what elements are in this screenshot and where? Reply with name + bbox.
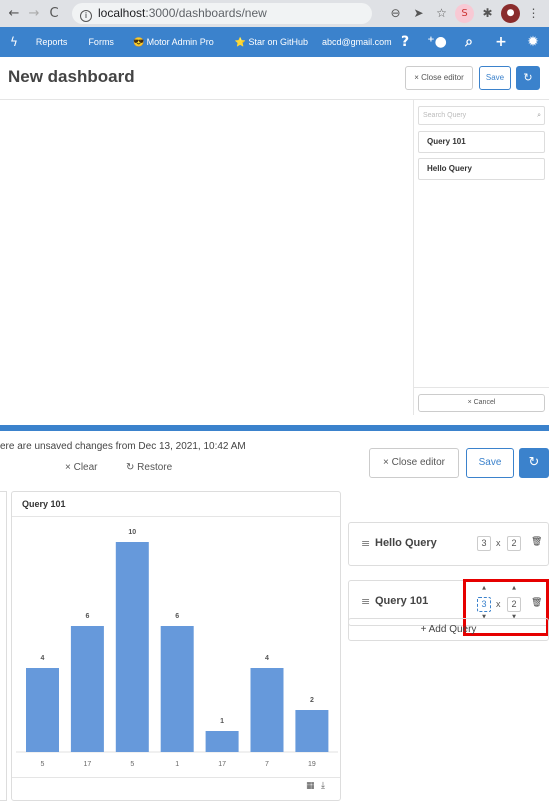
back-icon[interactable]: ←: [4, 6, 24, 21]
close-editor-button[interactable]: × Close editor: [405, 66, 473, 90]
logo-bolt-icon[interactable]: ϟ: [10, 35, 18, 49]
bar-value-label: 6: [85, 613, 89, 620]
nav-star-label: Star on GitHub: [248, 36, 308, 47]
screenshot-divider: [0, 425, 549, 431]
nav-forms[interactable]: Forms: [88, 37, 114, 47]
card-query-name: Query 101: [375, 595, 429, 607]
close-editor-button-large[interactable]: × Close editor: [369, 448, 459, 478]
clear-link[interactable]: × Clear: [65, 462, 98, 473]
size-separator: x: [496, 538, 501, 548]
drag-handle-icon[interactable]: ≡: [361, 537, 370, 550]
refresh-button[interactable]: ↻: [516, 66, 540, 90]
x-tick-label: 17: [218, 761, 226, 768]
zoom-icon[interactable]: ⊖: [386, 4, 405, 23]
x-tick-label: 17: [84, 761, 92, 768]
x-tick-label: 19: [308, 761, 316, 768]
width-input[interactable]: 3: [477, 536, 491, 551]
refresh-button-large[interactable]: ↻: [519, 448, 549, 478]
page-title: New dashboard: [8, 67, 135, 86]
chart-bar[interactable]: [160, 626, 194, 752]
add-query-button[interactable]: + Add Query: [348, 618, 549, 641]
restore-label: Restore: [137, 462, 173, 473]
chart-bar[interactable]: [250, 668, 284, 752]
chart-bar[interactable]: [26, 668, 59, 752]
send-icon[interactable]: ➤: [409, 4, 428, 23]
sunglasses-icon: 😎: [132, 36, 145, 47]
search-icon: ⌕: [537, 111, 541, 119]
bar-value-label: 6: [175, 613, 179, 620]
query-list-item[interactable]: Hello Query: [418, 158, 545, 180]
browser-toolbar: ← → C i localhost:3000/dashboards/new ⊖ ➤…: [0, 0, 549, 27]
query-list-item[interactable]: Query 101: [418, 131, 545, 153]
extension-icon[interactable]: S: [455, 4, 474, 23]
bookmark-star-icon[interactable]: ☆: [432, 4, 451, 23]
sidebar-footer-divider: [413, 387, 549, 388]
search-placeholder: Search Query: [423, 112, 467, 119]
profile-avatar[interactable]: ●: [501, 4, 520, 23]
nav-reports[interactable]: Reports: [36, 37, 68, 47]
chart-footer-divider: [12, 777, 340, 778]
help-icon[interactable]: ?: [389, 34, 421, 50]
bar-value-label: 4: [41, 655, 45, 662]
nav-pro-label: Motor Admin Pro: [146, 36, 214, 47]
nav-user-email[interactable]: abcd@gmail.com: [322, 37, 392, 47]
delete-icon[interactable]: 🗑: [531, 537, 542, 547]
chart-bar[interactable]: [115, 542, 149, 752]
url-path: :3000/dashboards/new: [145, 6, 267, 20]
card-query-name: Hello Query: [375, 537, 437, 549]
bar-chart: 4 5 6 17 10 5 6 1 1 17 4 7 2 19: [16, 529, 338, 768]
save-button[interactable]: Save: [479, 66, 511, 90]
chart-bar[interactable]: [205, 731, 239, 752]
download-icon[interactable]: ⤓: [321, 781, 325, 791]
chart-card: Query 101 4 5 6 17 10 5 6 1 1 17 4 7 2 19 ▦ ⤓: [11, 491, 341, 801]
chart-bar[interactable]: [295, 710, 329, 752]
dashboard-item-card[interactable]: ≡ Hello Query 3 x 2 🗑: [348, 522, 549, 566]
x-tick-label: 7: [265, 761, 269, 768]
bar-value-label: 2: [310, 697, 314, 704]
height-input[interactable]: 2: [507, 536, 521, 551]
browser-menu-icon[interactable]: ⋮: [524, 4, 543, 23]
search-icon[interactable]: ⌕: [453, 34, 485, 50]
star-icon: ⭐: [234, 36, 246, 47]
restore-icon: ↻: [126, 462, 135, 473]
refresh-icon: ↻: [528, 455, 540, 470]
site-info-icon[interactable]: i: [80, 10, 92, 22]
unsaved-changes-notice: ere are unsaved changes from Dec 13, 202…: [0, 441, 246, 452]
reload-icon[interactable]: C: [44, 6, 64, 21]
bar-value-label: 4: [265, 655, 269, 662]
settings-gear-icon[interactable]: ✹: [517, 34, 549, 50]
url-host: localhost: [98, 6, 146, 20]
save-button-large[interactable]: Save: [466, 448, 514, 478]
search-query-input[interactable]: Search Query ⌕: [418, 106, 545, 125]
chart-title: Query 101: [22, 499, 66, 509]
bar-value-label: 1: [220, 718, 224, 725]
table-view-icon[interactable]: ▦: [306, 781, 315, 791]
address-bar[interactable]: i localhost:3000/dashboards/new: [72, 3, 372, 24]
app-navbar: ϟ Reports Forms 😎 Motor Admin Pro ⭐ Star…: [0, 27, 549, 57]
nav-motor-admin-pro[interactable]: 😎 Motor Admin Pro: [133, 37, 214, 48]
plus-icon[interactable]: +: [485, 34, 517, 50]
left-card-edge: [0, 491, 7, 801]
x-tick-label: 5: [130, 761, 134, 768]
chart-bar[interactable]: [70, 626, 104, 752]
refresh-icon: ↻: [523, 71, 533, 84]
cancel-button[interactable]: × Cancel: [418, 394, 545, 412]
x-tick-label: 1: [175, 761, 179, 768]
drag-handle-icon[interactable]: ≡: [361, 595, 370, 608]
restore-link[interactable]: ↻ Restore: [126, 462, 172, 473]
bar-value-label: 10: [128, 529, 136, 536]
forward-icon[interactable]: →: [24, 6, 44, 21]
nav-star-github[interactable]: ⭐ Star on GitHub: [235, 37, 308, 48]
x-tick-label: 5: [41, 761, 45, 768]
extensions-puzzle-icon[interactable]: ✱: [478, 4, 497, 23]
add-user-icon[interactable]: ⁺●: [421, 34, 453, 50]
